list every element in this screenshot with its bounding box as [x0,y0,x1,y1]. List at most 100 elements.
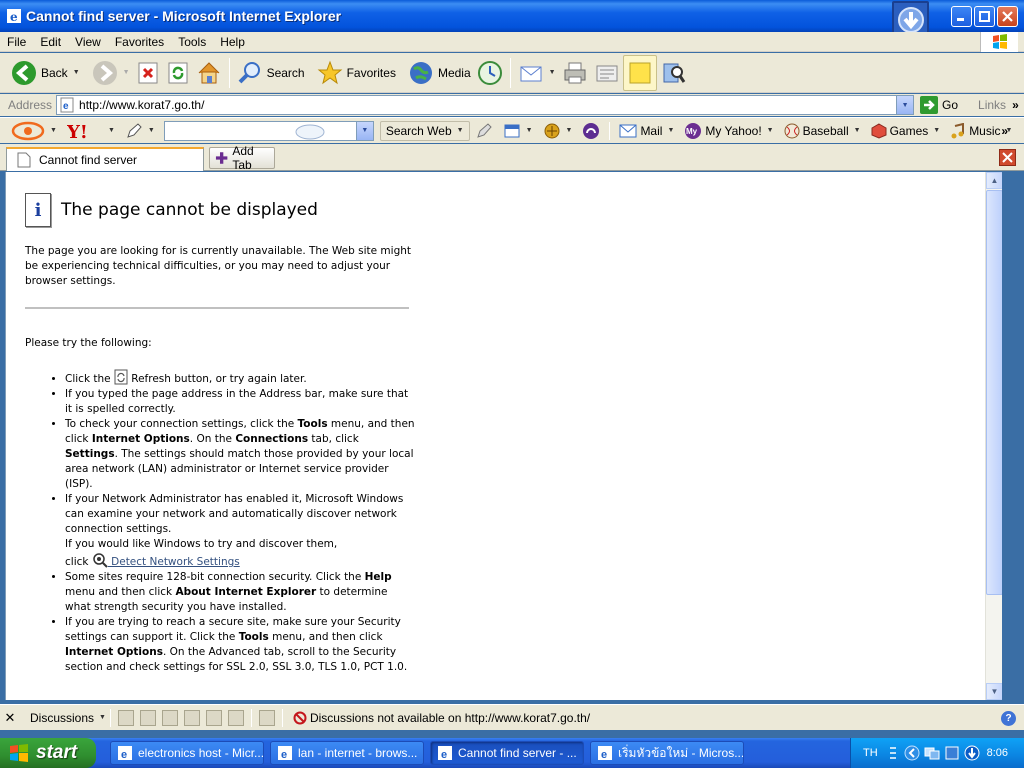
forward-button[interactable]: ▼ [89,55,133,91]
chevron-down-icon[interactable]: ▼ [767,127,774,134]
layout-button[interactable]: ▼ [498,122,538,140]
tab-cannot-find-server[interactable]: Cannot find server [6,147,204,171]
ie-logo-icon: e [7,9,21,24]
chevron-down-icon[interactable]: ▼ [549,69,556,76]
scroll-up-button[interactable]: ▲ [986,172,1002,189]
menu-favorites[interactable]: Favorites [108,35,171,49]
start-button[interactable]: start [0,738,96,768]
refresh-button[interactable] [163,55,193,91]
messenger-button[interactable] [577,122,605,140]
help-icon[interactable]: ? [1001,711,1016,726]
go-button[interactable]: Go [920,96,958,114]
antispy-button[interactable]: ▼ [538,122,578,140]
title-bar[interactable]: e Cannot find server - Microsoft Interne… [0,0,1024,38]
taskbar-item-cannot-find-server[interactable]: e Cannot find server - ... [430,741,584,765]
address-field[interactable]: e ▼ [56,95,915,115]
yahoo-logo-button[interactable]: Y! ▼ [62,121,120,141]
tips-list: Click the Refresh button, or try again l… [65,369,415,675]
next-discussion-icon[interactable] [205,709,222,726]
home-button[interactable] [193,55,225,91]
chevron-right-icon[interactable]: » [1001,124,1008,138]
download-icon[interactable] [964,745,980,761]
games-icon [871,122,887,139]
chevron-down-icon[interactable]: ▼ [566,127,573,134]
star-icon [317,60,342,84]
mail-button[interactable]: ▼ [515,55,559,91]
network-icon[interactable] [924,745,940,761]
taskbar-item-lan-internet[interactable]: e lan - internet - brows... [270,741,424,765]
links-button[interactable]: Links [978,98,1006,112]
subscribe-icon[interactable] [258,709,275,726]
yahoo-mail-button[interactable]: Mail ▼ [614,124,679,138]
menu-view[interactable]: View [68,35,108,49]
taskbar-item-electronics-host[interactable]: e electronics host - Micr... [110,741,264,765]
insert-discussion-icon[interactable] [117,709,134,726]
refresh-discussion-icon[interactable] [227,709,244,726]
highlight-button[interactable]: ▼ [120,122,160,140]
detect-network-settings-link[interactable]: Detect Network Settings [108,556,240,568]
forward-arrow-icon [92,60,117,85]
chevron-down-icon[interactable]: ▼ [526,127,533,134]
chevron-down-icon[interactable]: ▼ [99,714,106,721]
menu-tools[interactable]: Tools [171,35,213,49]
chevron-down-icon[interactable]: ▼ [123,69,130,76]
chevron-down-icon[interactable]: ▼ [896,96,914,114]
my-yahoo-button[interactable]: My My Yahoo! ▼ [679,122,778,140]
chevron-down-icon[interactable]: ▼ [73,69,80,76]
clock[interactable]: 8:06 [987,747,1008,759]
maximize-button[interactable] [974,6,995,27]
media-button[interactable]: Media [405,55,474,91]
svg-text:e: e [10,10,18,24]
close-button[interactable] [997,6,1018,27]
back-button[interactable]: Back ▼ [8,55,83,91]
baseball-button[interactable]: Baseball ▼ [779,123,866,139]
chevron-down-icon[interactable]: ▼ [108,127,115,134]
language-bar-icon[interactable] [888,745,898,761]
eye-button[interactable]: ▼ [6,121,62,141]
address-input[interactable] [79,98,900,112]
minimize-button[interactable] [951,6,972,27]
eraser-button[interactable] [470,122,498,140]
scrollbar-thumb[interactable] [986,190,1002,595]
menu-file[interactable]: File [0,35,33,49]
sticky-note-icon [629,62,651,83]
history-button[interactable] [474,55,506,91]
collapse-discussion-icon[interactable] [161,709,178,726]
menu-edit[interactable]: Edit [33,35,68,49]
edit-button[interactable] [591,55,623,91]
svg-text:e: e [121,749,127,761]
error-header: i The page cannot be displayed [25,193,415,227]
chevron-down-icon[interactable]: ▼ [933,127,940,134]
vertical-scrollbar[interactable]: ▲ ▼ [985,172,1002,700]
print-button[interactable] [559,55,591,91]
close-tab-button[interactable] [999,149,1016,166]
language-indicator[interactable]: TH [863,747,878,759]
search-icon [238,61,260,83]
chevron-right-icon[interactable]: » [1012,98,1019,112]
chevron-down-icon[interactable]: ▼ [854,127,861,134]
svg-text:e: e [63,101,69,112]
taskbar-item-new-topic[interactable]: e เริ่มหัวข้อใหม่ - Micros... [590,741,744,765]
previous-discussion-icon[interactable] [183,709,200,726]
add-tab-button[interactable]: Add Tab [209,144,275,172]
yahoo-search-field[interactable]: ▼ [163,120,374,141]
favorites-button[interactable]: Favorites [314,55,399,91]
menu-help[interactable]: Help [213,35,252,49]
security-icon[interactable] [944,745,960,761]
chevron-down-icon[interactable]: ▼ [50,127,57,134]
note-button[interactable] [622,54,657,91]
chevron-down-icon[interactable]: ▼ [457,127,464,134]
games-button[interactable]: Games ▼ [866,122,946,139]
stop-button[interactable] [133,55,163,91]
research-button[interactable] [657,55,689,91]
chevron-down-icon[interactable]: ▼ [667,127,674,134]
expand-discussion-icon[interactable] [139,709,156,726]
close-discussions-icon[interactable]: ✕ [0,710,20,726]
chevron-left-icon[interactable] [904,745,920,761]
scroll-down-button[interactable]: ▼ [986,683,1002,700]
chevron-down-icon[interactable]: ▼ [148,127,155,134]
search-button[interactable]: Search [234,55,308,91]
search-web-button[interactable]: Search Web ▼ [379,120,470,141]
chevron-down-icon[interactable]: ▼ [355,121,373,140]
discussions-button[interactable]: Discussions ▼ [30,711,106,725]
